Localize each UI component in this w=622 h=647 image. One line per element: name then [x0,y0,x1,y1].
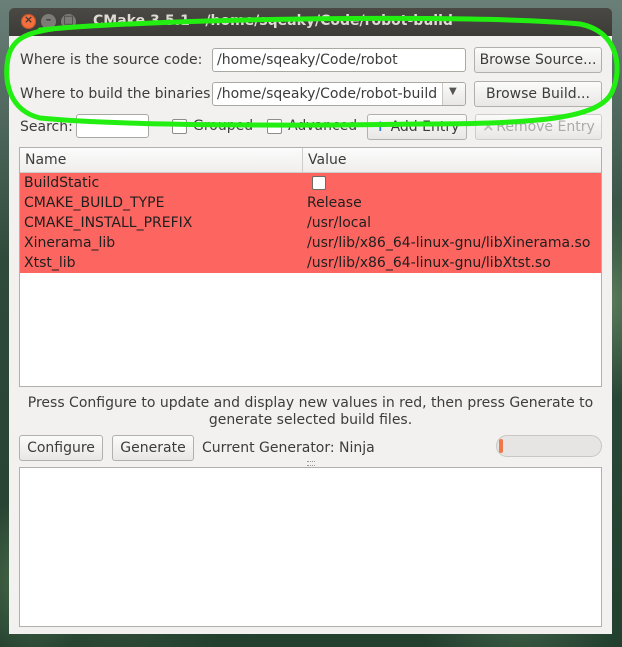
row-value: /usr/local [307,215,371,231]
row-value: Release [307,195,362,211]
row-name: CMAKE_BUILD_TYPE [24,195,165,211]
minimize-icon: – [45,13,52,26]
search-label: Search: [20,119,73,135]
cache-variables-table[interactable]: Name Value BuildStatic CMAKE_BUILD_TYPE … [19,147,602,387]
add-entry-label: Add Entry [390,119,460,135]
build-path-combo[interactable]: /home/sqeaky/Code/robot-build ▼ [212,82,466,106]
search-input[interactable] [76,114,149,138]
advanced-label: Advanced [288,118,358,134]
build-path-value: /home/sqeaky/Code/robot-build [217,86,438,102]
column-separator [302,148,303,172]
build-path-dropdown-arrow[interactable]: ▼ [442,83,465,105]
window-titlebar[interactable]: × – □ CMake 3.5.1 - /home/sqeaky/Code/ro… [9,8,612,36]
source-path-input[interactable]: /home/sqeaky/Code/robot [212,48,466,72]
close-window-button[interactable]: × [21,13,36,29]
build-label: Where to build the binaries: [20,86,216,102]
plus-icon: + [374,117,387,135]
browse-source-button[interactable]: Browse Source... [474,47,602,73]
minimize-window-button[interactable]: – [41,13,56,29]
window-title: CMake 3.5.1 - /home/sqeaky/Code/robot-bu… [93,13,453,29]
close-icon: × [23,13,34,26]
configure-button[interactable]: Configure [19,435,103,461]
maximize-window-button[interactable]: □ [61,13,76,29]
splitter-handle[interactable] [307,461,315,466]
row-name: BuildStatic [24,175,100,191]
table-row[interactable]: Xinerama_lib /usr/lib/x86_64-linux-gnu/l… [20,233,601,253]
table-row[interactable]: BuildStatic [20,173,601,193]
source-label: Where is the source code: [20,52,203,68]
row-value: /usr/lib/x86_64-linux-gnu/libXtst.so [307,255,551,271]
current-generator-text: Current Generator: Ninja [202,440,375,456]
row-name: Xtst_lib [24,255,76,271]
progress-bar [496,435,602,457]
table-row[interactable]: Xtst_lib /usr/lib/x86_64-linux-gnu/libXt… [20,253,601,273]
row-name: CMAKE_INSTALL_PREFIX [24,215,193,231]
column-header-value[interactable]: Value [308,152,346,168]
table-row[interactable]: CMAKE_BUILD_TYPE Release [20,193,601,213]
table-row[interactable]: CMAKE_INSTALL_PREFIX /usr/local [20,213,601,233]
generate-button[interactable]: Generate [112,435,194,461]
chevron-down-icon: ▼ [449,86,457,97]
configure-hint-text: Press Configure to update and display ne… [19,395,602,429]
column-header-name[interactable]: Name [25,152,66,168]
hint-line-2: generate selected build files. [208,412,413,428]
add-entry-button[interactable]: + Add Entry [367,114,467,140]
table-header: Name Value [20,148,601,173]
remove-entry-button[interactable]: × Remove Entry [475,114,602,140]
progress-bar-fill [499,439,503,453]
grouped-checkbox[interactable] [172,119,187,134]
remove-entry-label: Remove Entry [496,119,595,135]
buildstatic-checkbox[interactable] [312,176,326,190]
output-log[interactable] [19,467,602,627]
row-value: /usr/lib/x86_64-linux-gnu/libXinerama.so [307,235,591,251]
cmake-main-window: Where is the source code: /home/sqeaky/C… [9,36,612,634]
row-name: Xinerama_lib [24,235,116,251]
minus-icon: × [482,117,495,135]
browse-build-button[interactable]: Browse Build... [474,81,602,107]
maximize-icon: □ [63,13,74,26]
grouped-label: Grouped [193,118,254,134]
advanced-checkbox[interactable] [267,119,282,134]
hint-line-1: Press Configure to update and display ne… [27,395,594,411]
